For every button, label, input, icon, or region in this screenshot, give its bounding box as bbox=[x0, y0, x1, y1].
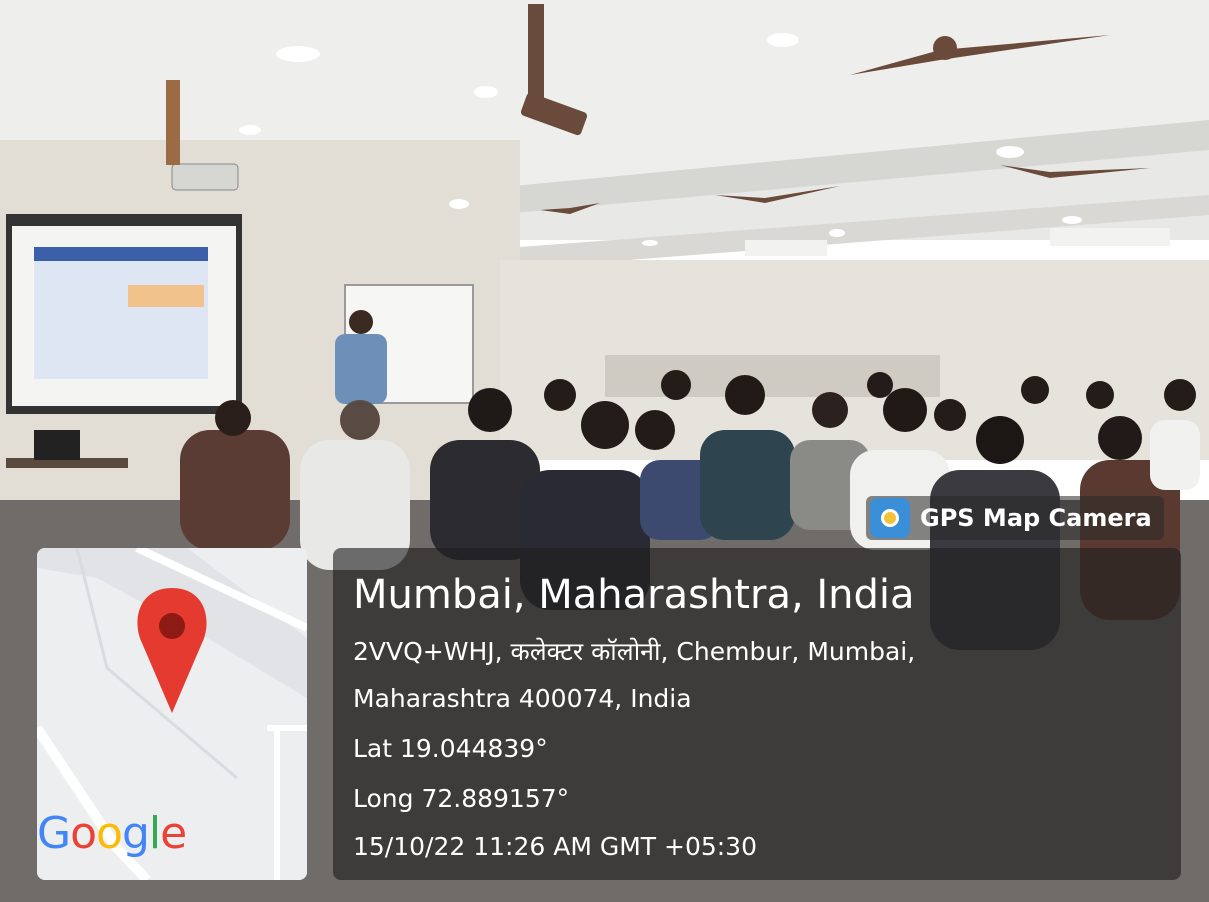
google-logo-letter: l bbox=[148, 808, 161, 859]
longitude: Long 72.889157° bbox=[353, 784, 570, 813]
speaker-head bbox=[349, 310, 373, 334]
location-pin-icon bbox=[881, 509, 899, 527]
slide-callout bbox=[128, 285, 204, 307]
google-logo-letter: g bbox=[121, 808, 150, 859]
google-logo-letter: e bbox=[160, 808, 187, 859]
gps-map-camera-icon bbox=[870, 498, 910, 538]
latitude: Lat 19.044839° bbox=[353, 734, 548, 763]
speaker-body bbox=[335, 334, 387, 404]
slide-header bbox=[34, 247, 208, 261]
google-logo-letter: o bbox=[70, 808, 97, 859]
google-logo-letter: o bbox=[96, 808, 123, 859]
location-info-card: Mumbai, Maharashtra, India 2VVQ+WHJ, कले… bbox=[333, 548, 1181, 880]
laptop bbox=[34, 430, 80, 460]
address-line-1: 2VVQ+WHJ, कलेक्टर कॉलोनी, Chembur, Mumba… bbox=[353, 637, 916, 666]
timestamp: 15/10/22 11:26 AM GMT +05:30 bbox=[353, 832, 757, 861]
map-pin-center bbox=[159, 613, 185, 639]
air-conditioner bbox=[1050, 228, 1170, 246]
projector-mount bbox=[166, 80, 180, 165]
google-logo-letter: G bbox=[37, 808, 71, 859]
address-line-2: Maharashtra 400074, India bbox=[353, 684, 692, 713]
app-name-label: GPS Map Camera bbox=[920, 504, 1152, 532]
ceiling-projector bbox=[171, 163, 239, 191]
map-thumbnail: Google bbox=[37, 548, 307, 880]
gps-map-camera-badge: GPS Map Camera bbox=[866, 496, 1164, 540]
location-city: Mumbai, Maharashtra, India bbox=[353, 572, 915, 618]
air-conditioner bbox=[745, 240, 827, 256]
projected-slide bbox=[34, 247, 208, 379]
google-logo: Google bbox=[37, 808, 187, 859]
